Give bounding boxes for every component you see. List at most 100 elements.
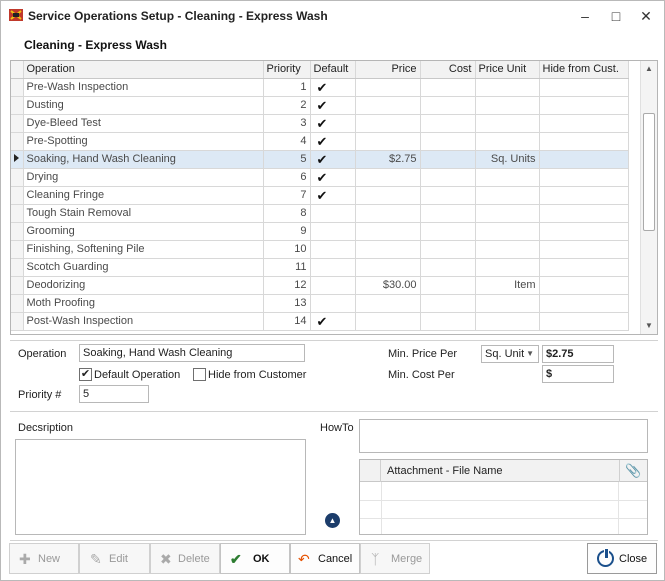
new-button[interactable]: ✚ New bbox=[9, 543, 79, 574]
table-row[interactable]: Finishing, Softening Pile 10 bbox=[11, 240, 629, 259]
cell-operation[interactable]: Drying bbox=[23, 168, 264, 187]
cell-hide-from-cust[interactable] bbox=[539, 312, 629, 331]
table-row[interactable]: Scotch Guarding 11 bbox=[11, 258, 629, 277]
cell-default[interactable] bbox=[310, 294, 356, 313]
cell-price-unit[interactable] bbox=[475, 78, 540, 97]
cell-price-unit[interactable] bbox=[475, 96, 540, 115]
cell-default[interactable]: ✔ bbox=[310, 132, 356, 151]
cell-price[interactable] bbox=[355, 186, 421, 205]
close-window-button[interactable]: ✕ bbox=[632, 5, 660, 27]
cell-priority[interactable]: 2 bbox=[263, 96, 311, 115]
cell-default[interactable]: ✔ bbox=[310, 168, 356, 187]
table-row[interactable]: Dusting 2 ✔ bbox=[11, 96, 629, 115]
cell-price-unit[interactable] bbox=[475, 168, 540, 187]
cell-hide-from-cust[interactable] bbox=[539, 114, 629, 133]
cell-default[interactable]: ✔ bbox=[310, 78, 356, 97]
cell-operation[interactable]: Tough Stain Removal bbox=[23, 204, 264, 223]
cell-price-unit[interactable] bbox=[475, 294, 540, 313]
column-header-price[interactable]: Price bbox=[355, 61, 421, 79]
cell-price-unit[interactable] bbox=[475, 204, 540, 223]
cell-hide-from-cust[interactable] bbox=[539, 240, 629, 259]
table-row[interactable]: Grooming 9 bbox=[11, 222, 629, 241]
cell-default[interactable] bbox=[310, 222, 356, 241]
cell-price-unit[interactable] bbox=[475, 240, 540, 259]
cell-operation[interactable]: Dusting bbox=[23, 96, 264, 115]
cell-hide-from-cust[interactable] bbox=[539, 168, 629, 187]
paperclip-icon[interactable]: 📎 bbox=[619, 460, 647, 482]
cell-price-unit[interactable] bbox=[475, 186, 540, 205]
column-header-hide-from-cust[interactable]: Hide from Cust. bbox=[539, 61, 629, 79]
cell-price[interactable] bbox=[355, 258, 421, 277]
cell-operation[interactable]: Moth Proofing bbox=[23, 294, 264, 313]
cell-priority[interactable]: 13 bbox=[263, 294, 311, 313]
cell-price-unit[interactable] bbox=[475, 222, 540, 241]
table-row[interactable]: Pre-Spotting 4 ✔ bbox=[11, 132, 629, 151]
table-row[interactable]: Pre-Wash Inspection 1 ✔ bbox=[11, 78, 629, 97]
operations-grid[interactable]: Operation Priority Default Price Cost Pr… bbox=[10, 60, 658, 335]
cell-cost[interactable] bbox=[420, 168, 476, 187]
minimize-button[interactable]: – bbox=[571, 5, 599, 27]
cell-price[interactable] bbox=[355, 294, 421, 313]
cell-hide-from-cust[interactable] bbox=[539, 132, 629, 151]
table-row[interactable]: Cleaning Fringe 7 ✔ bbox=[11, 186, 629, 205]
cell-cost[interactable] bbox=[420, 240, 476, 259]
close-button[interactable]: Close bbox=[587, 543, 657, 574]
cell-priority[interactable]: 14 bbox=[263, 312, 311, 331]
cell-price-unit[interactable] bbox=[475, 312, 540, 331]
cell-priority[interactable]: 11 bbox=[263, 258, 311, 277]
cell-hide-from-cust[interactable] bbox=[539, 204, 629, 223]
cell-priority[interactable]: 3 bbox=[263, 114, 311, 133]
cell-cost[interactable] bbox=[420, 186, 476, 205]
cell-operation[interactable]: Post-Wash Inspection bbox=[23, 312, 264, 331]
column-header-price-unit[interactable]: Price Unit bbox=[475, 61, 540, 79]
cell-default[interactable] bbox=[310, 204, 356, 223]
cell-cost[interactable] bbox=[420, 204, 476, 223]
table-row[interactable]: Drying 6 ✔ bbox=[11, 168, 629, 187]
cell-operation[interactable]: Pre-Wash Inspection bbox=[23, 78, 264, 97]
cell-hide-from-cust[interactable] bbox=[539, 96, 629, 115]
cell-cost[interactable] bbox=[420, 114, 476, 133]
cell-price-unit[interactable] bbox=[475, 258, 540, 277]
merge-button[interactable]: ᛉ Merge bbox=[360, 543, 430, 574]
table-row[interactable]: Tough Stain Removal 8 bbox=[11, 204, 629, 223]
maximize-button[interactable]: □ bbox=[602, 5, 630, 27]
cell-operation[interactable]: Dye-Bleed Test bbox=[23, 114, 264, 133]
table-row[interactable]: Moth Proofing 13 bbox=[11, 294, 629, 313]
cell-cost[interactable] bbox=[420, 294, 476, 313]
operation-input[interactable]: Soaking, Hand Wash Cleaning bbox=[79, 344, 305, 362]
howto-textarea[interactable] bbox=[359, 419, 648, 453]
delete-button[interactable]: ✖ Delete bbox=[150, 543, 220, 574]
cell-operation[interactable]: Pre-Spotting bbox=[23, 132, 264, 151]
ok-button[interactable]: ✔ OK bbox=[220, 543, 290, 574]
cell-default[interactable]: ✔ bbox=[310, 114, 356, 133]
column-header-default[interactable]: Default bbox=[310, 61, 356, 79]
cell-priority[interactable]: 8 bbox=[263, 204, 311, 223]
cell-price[interactable] bbox=[355, 78, 421, 97]
cell-hide-from-cust[interactable] bbox=[539, 258, 629, 277]
cell-price[interactable]: $30.00 bbox=[355, 276, 421, 295]
cell-price[interactable] bbox=[355, 96, 421, 115]
cell-priority[interactable]: 10 bbox=[263, 240, 311, 259]
cell-cost[interactable] bbox=[420, 222, 476, 241]
description-textarea[interactable] bbox=[15, 439, 306, 535]
cell-cost[interactable] bbox=[420, 96, 476, 115]
cell-operation[interactable]: Grooming bbox=[23, 222, 264, 241]
cell-operation[interactable]: Deodorizing bbox=[23, 276, 264, 295]
attachments-grid[interactable]: Attachment - File Name 📎 bbox=[359, 459, 648, 535]
scroll-thumb[interactable] bbox=[643, 113, 655, 231]
column-header-cost[interactable]: Cost bbox=[420, 61, 476, 79]
scroll-up-icon[interactable]: ▲ bbox=[641, 61, 657, 77]
cancel-button[interactable]: ↶ Cancel bbox=[290, 543, 360, 574]
cell-cost[interactable] bbox=[420, 132, 476, 151]
cell-operation[interactable]: Cleaning Fringe bbox=[23, 186, 264, 205]
cell-operation[interactable]: Finishing, Softening Pile bbox=[23, 240, 264, 259]
cell-hide-from-cust[interactable] bbox=[539, 78, 629, 97]
cell-hide-from-cust[interactable] bbox=[539, 222, 629, 241]
cell-hide-from-cust[interactable] bbox=[539, 150, 629, 169]
cell-price-unit[interactable] bbox=[475, 114, 540, 133]
cell-priority[interactable]: 1 bbox=[263, 78, 311, 97]
cell-hide-from-cust[interactable] bbox=[539, 276, 629, 295]
cell-price[interactable]: $2.75 bbox=[355, 150, 421, 169]
cell-default[interactable]: ✔ bbox=[310, 96, 356, 115]
cell-cost[interactable] bbox=[420, 312, 476, 331]
